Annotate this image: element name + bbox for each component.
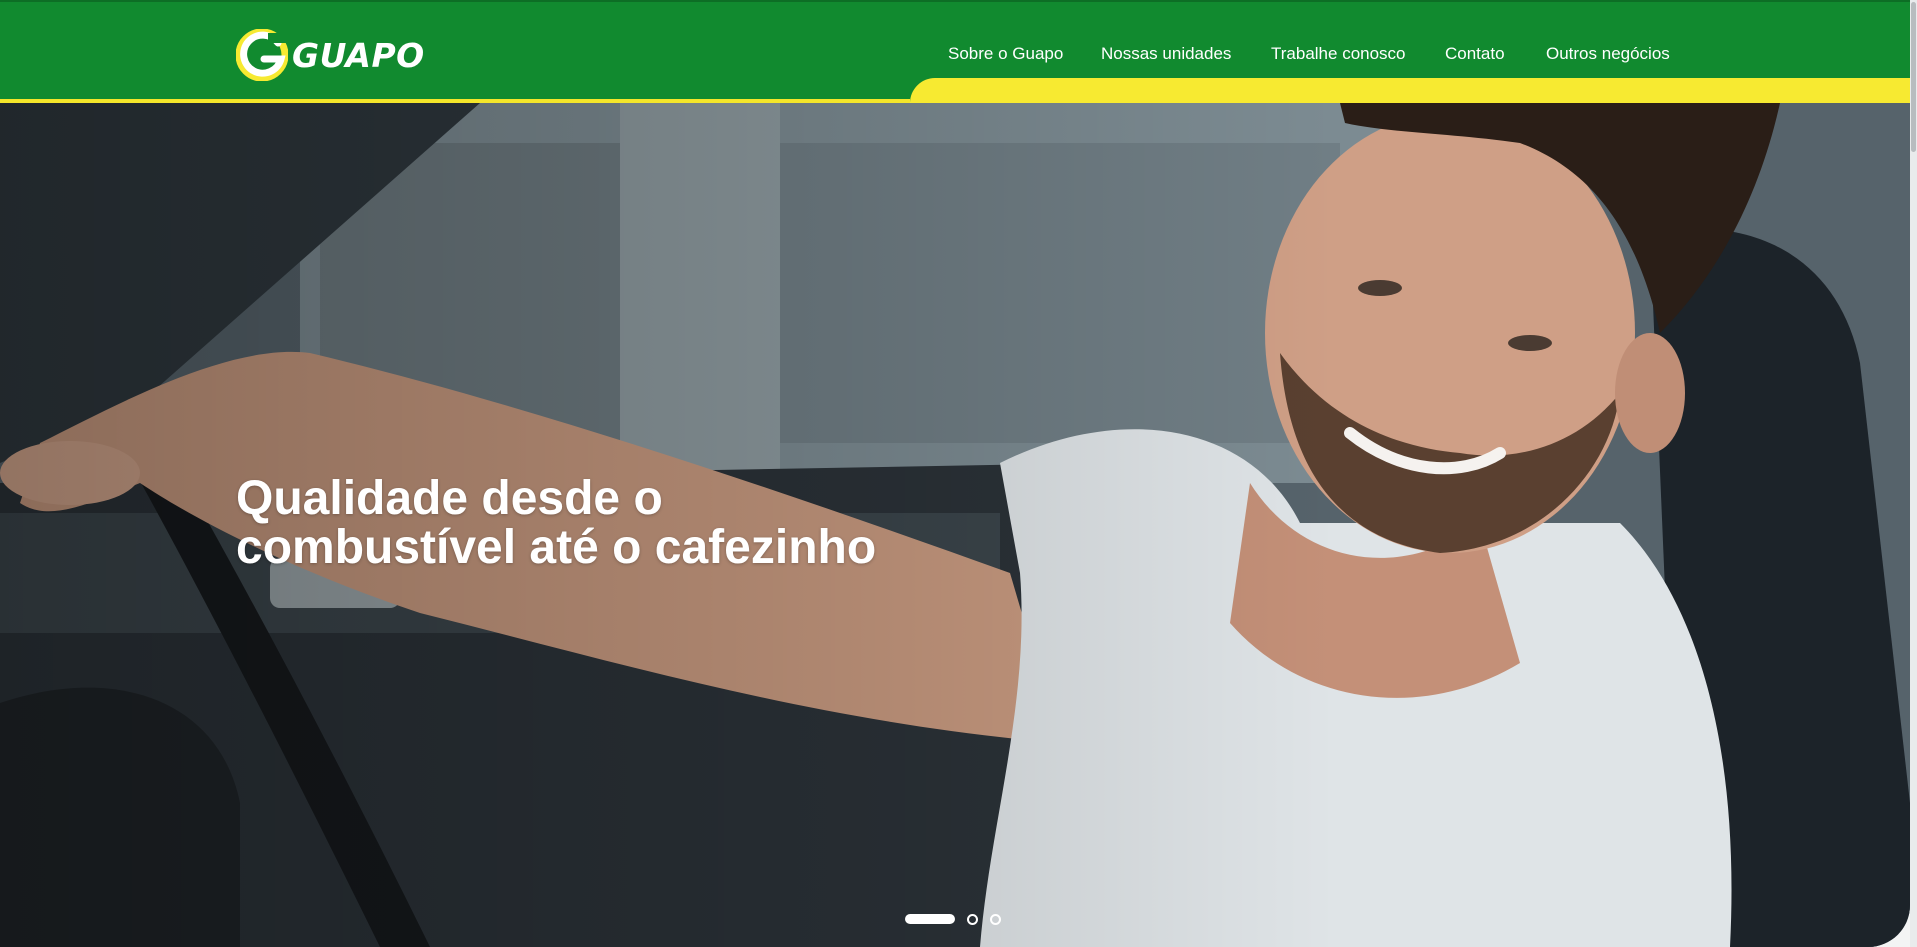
hero-headline: Qualidade desde o combustível até o cafe… <box>236 474 876 572</box>
headline-line-2: combustível até o cafezinho <box>236 521 877 574</box>
guapo-logo-icon <box>236 29 288 81</box>
nav-item-unidades[interactable]: Nossas unidades <box>1101 44 1231 64</box>
scrollbar-thumb[interactable] <box>1911 2 1916 152</box>
nav-item-sobre[interactable]: Sobre o Guapo <box>948 44 1063 64</box>
headline-rest: desde o <box>468 472 663 525</box>
nav-item-contato[interactable]: Contato <box>1445 44 1505 64</box>
logo-wordmark: GUAPO <box>292 35 425 75</box>
page-scrollbar[interactable] <box>1910 0 1917 947</box>
hero-banner: Qualidade desde o combustível até o cafe… <box>0 103 1910 947</box>
nav-item-trabalhe[interactable]: Trabalhe conosco <box>1271 44 1406 64</box>
carousel-dot-1[interactable] <box>905 914 955 924</box>
carousel-dots <box>905 913 1001 925</box>
page: GUAPO Sobre o Guapo Nossas unidades Trab… <box>0 0 1917 947</box>
headline-bold: Qualidade <box>236 472 469 525</box>
carousel-dot-3[interactable] <box>990 913 1001 925</box>
carousel-dot-2[interactable] <box>967 913 978 925</box>
header-yellow-band <box>910 78 1910 103</box>
logo-link[interactable]: GUAPO <box>236 28 425 82</box>
nav-item-outros[interactable]: Outros negócios <box>1546 44 1670 64</box>
